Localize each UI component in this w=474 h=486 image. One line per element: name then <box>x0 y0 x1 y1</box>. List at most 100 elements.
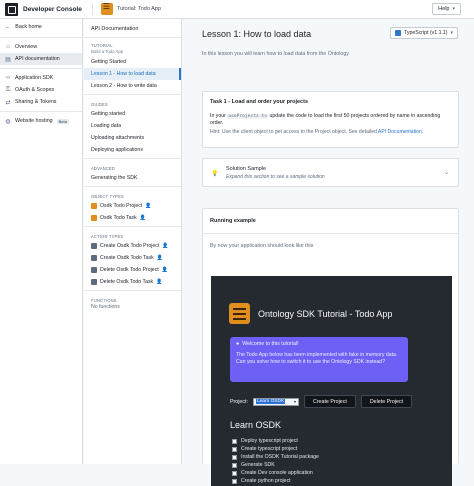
create-project-button[interactable]: Create Project <box>303 395 356 408</box>
sidebar-item-api-documentation[interactable]: ▤ API documentation <box>0 53 82 65</box>
checkbox[interactable] <box>232 478 237 484</box>
doc-item-getting-started[interactable]: Getting Started <box>84 56 181 68</box>
solution-title: Solution Sample <box>226 166 267 172</box>
action-type-item[interactable]: Delete Osdk Todo Project 👤 <box>84 264 181 276</box>
doc-item-guide[interactable]: Loading data <box>84 120 181 132</box>
todo-item[interactable]: Create Dev console application <box>232 469 319 477</box>
divider <box>91 3 93 15</box>
doc-item-guide[interactable]: Uploading attachments <box>84 132 181 144</box>
solution-sample-collapsible[interactable]: 💡 Solution Sample Expand this section to… <box>202 158 459 187</box>
document-icon: ▤ <box>5 56 11 63</box>
sidebar-item-website-hosting[interactable]: ◍ Website hosting Beta <box>0 115 82 127</box>
section-label-advanced: ADVANCED <box>91 166 116 171</box>
project-select-value: Learn OSDK <box>255 399 286 404</box>
todo-label: Create python project <box>241 478 291 484</box>
divider <box>84 186 181 187</box>
beta-badge: Beta <box>56 118 69 124</box>
person-icon: 👤 <box>161 267 168 273</box>
object-type-icon <box>91 203 97 209</box>
divider <box>0 111 82 112</box>
sidebar-item-sharing-tokens[interactable]: ⇄ Sharing & Tokens <box>0 96 82 108</box>
checklist-icon <box>229 303 250 324</box>
sidebar-item-label: Website hosting <box>15 118 53 124</box>
callout-body: The Todo App below has been implemented … <box>236 352 398 365</box>
doc-item-guide[interactable]: Getting started <box>84 108 181 120</box>
doc-item-guide[interactable]: Deploying applications <box>84 144 181 156</box>
breadcrumb-tab[interactable]: Tutorial: Todo App <box>117 6 161 12</box>
divider <box>0 68 82 69</box>
checkbox[interactable] <box>232 446 237 452</box>
checkbox[interactable] <box>232 470 237 476</box>
task-text: In your <box>210 113 226 119</box>
info-icon: ● <box>236 341 240 347</box>
language-select-value: TypeScript (v1.1.1) <box>404 30 448 36</box>
project-section-title: Learn OSDK <box>230 420 282 430</box>
divider <box>0 37 82 38</box>
doc-item-lesson-1[interactable]: Lesson 1 - How to load data <box>84 68 181 80</box>
checklist-row <box>233 318 246 320</box>
sidebar-item-label: OAuth & Scopes <box>15 87 55 93</box>
checkbox[interactable] <box>232 462 237 468</box>
checkbox[interactable] <box>232 454 237 460</box>
object-type-item[interactable]: Osdk Todo Task 👤 <box>84 212 181 224</box>
action-type-item[interactable]: Create Osdk Todo Task 👤 <box>84 252 181 264</box>
section-label-guides: GUIDES <box>91 102 108 107</box>
help-button[interactable]: Help ▾ <box>432 3 461 15</box>
project-select[interactable]: Learn OSDK ▾ <box>252 397 299 406</box>
object-type-item[interactable]: Osdk Todo Project 👤 <box>84 200 181 212</box>
sidebar-item-label: Application SDK <box>15 75 54 81</box>
palantir-logo-icon <box>5 2 18 16</box>
action-type-label: Create Osdk Todo Task <box>100 255 154 261</box>
section-label-functions: FUNCTIONS <box>91 298 117 303</box>
action-type-icon <box>91 255 97 261</box>
todo-label: Install the OSDK Tutorial package <box>241 454 319 460</box>
delete-project-button[interactable]: Delete Project <box>360 395 413 408</box>
action-type-item[interactable]: Delete Osdk Todo Task 👤 <box>84 276 181 288</box>
chevron-down-icon[interactable]: ⌄ <box>444 169 449 176</box>
project-label: Project: <box>230 398 248 405</box>
section-label-action-types: ACTION TYPES <box>91 234 124 239</box>
action-type-icon <box>91 243 97 249</box>
page-title: Lesson 1: How to load data <box>202 29 312 39</box>
task-card: Task 1 - Load and order your projects In… <box>202 91 459 148</box>
action-type-label: Create Osdk Todo Project <box>100 243 160 249</box>
todo-item[interactable]: Generate SDK <box>232 461 319 469</box>
language-select[interactable]: TypeScript (v1.1.1) ▾ <box>390 27 458 39</box>
project-controls: Project: Learn OSDK ▾ Create Project Del… <box>230 395 413 408</box>
todo-item[interactable]: Deploy typescript project <box>232 437 319 445</box>
app-title: Developer Console <box>23 5 82 13</box>
caret-down-icon: ▾ <box>450 30 453 36</box>
divider <box>84 158 181 159</box>
sidebar-item-application-sdk[interactable]: ‹› Application SDK <box>0 72 82 84</box>
lightbulb-icon: 💡 <box>211 171 219 177</box>
sidebar-item-overview[interactable]: ⌂ Overview <box>0 41 82 53</box>
divider <box>84 226 181 227</box>
action-type-item[interactable]: Create Osdk Todo Project 👤 <box>84 240 181 252</box>
object-type-icon <box>91 215 97 221</box>
caret-down-icon: ▾ <box>293 399 296 404</box>
action-type-icon <box>91 267 97 273</box>
doc-item-generating-sdk[interactable]: Generating the SDK <box>84 172 181 184</box>
todo-item[interactable]: Install the OSDK Tutorial package <box>232 453 319 461</box>
action-type-icon <box>91 279 97 285</box>
doc-item-lesson-2[interactable]: Lesson 2 - How to write data <box>84 80 181 92</box>
solution-subtitle: Expand this section to see a sample solu… <box>226 174 325 180</box>
todo-item[interactable]: Create python project <box>232 477 319 485</box>
object-type-label: Osdk Todo Project <box>100 203 143 209</box>
running-example-subtitle: By now your application should look like… <box>210 243 314 249</box>
divider <box>84 290 181 291</box>
back-home-link[interactable]: ← Back home <box>0 20 82 34</box>
checklist-row <box>233 313 246 315</box>
todo-label: Create typescript project <box>241 446 298 452</box>
checkbox[interactable] <box>232 438 237 444</box>
todo-item[interactable]: Create typescript project <box>232 445 319 453</box>
running-example-card: Running example By now your application … <box>202 208 459 486</box>
callout-header: ● Welcome to this tutorial! <box>236 341 402 347</box>
api-documentation-link[interactable]: API Documentation <box>378 129 422 135</box>
callout-title: Welcome to this tutorial! <box>242 341 299 347</box>
sidebar-item-oauth-scopes[interactable]: ⚿ OAuth & Scopes <box>0 84 82 96</box>
docs-navigation: API Documentation TUTORIAL Build a Todo … <box>84 19 182 464</box>
sidebar-item-label: Sharing & Tokens <box>15 99 57 105</box>
object-type-label: Osdk Todo Task <box>100 215 137 221</box>
divider <box>84 94 181 95</box>
